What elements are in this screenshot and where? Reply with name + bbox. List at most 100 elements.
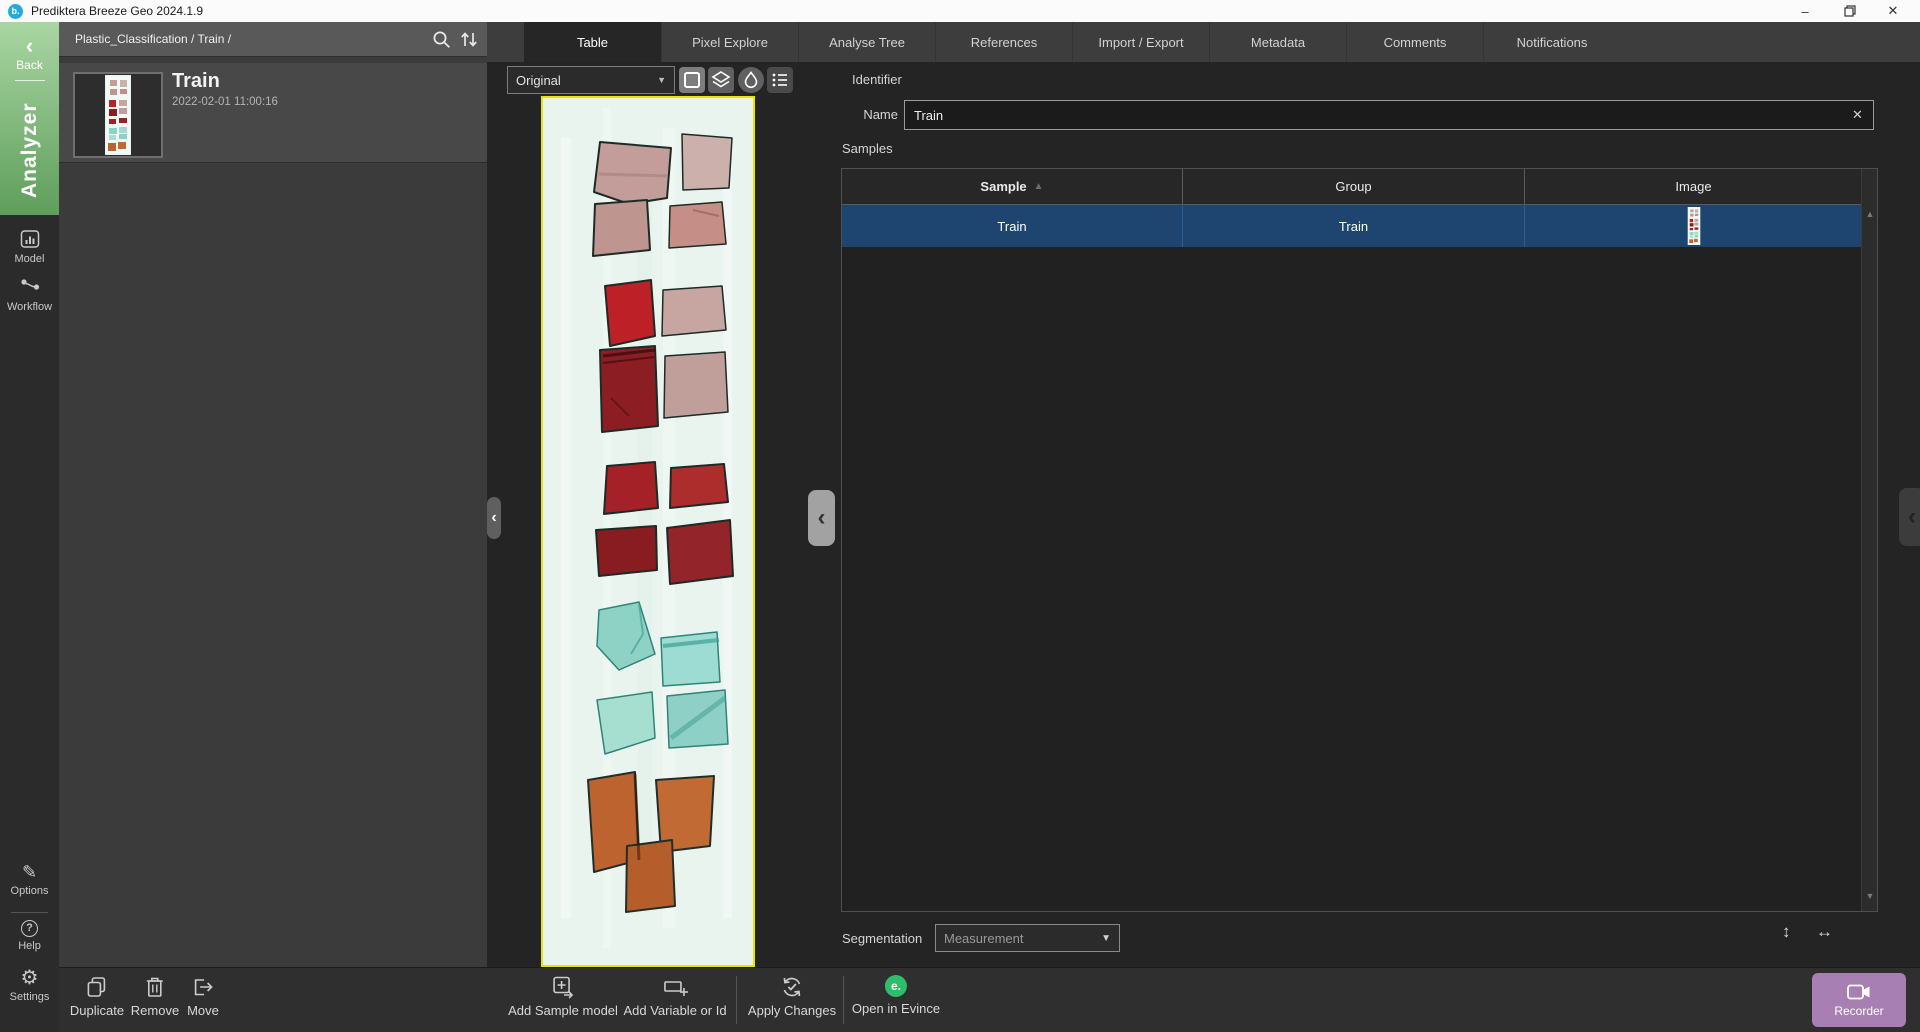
tab-notifications[interactable]: Notifications bbox=[1483, 22, 1620, 62]
sample-image[interactable] bbox=[541, 96, 755, 967]
sort-icon[interactable] bbox=[458, 29, 480, 50]
sidebar: ‹ Back Analyzer Model Workflow ✎ bbox=[0, 22, 59, 1032]
scroll-down-icon[interactable]: ▼ bbox=[1862, 891, 1878, 901]
search-icon[interactable] bbox=[431, 29, 452, 50]
column-header-image[interactable]: Image bbox=[1525, 169, 1862, 205]
tab-pixel-explore[interactable]: Pixel Explore bbox=[661, 22, 798, 62]
sidebar-item-settings[interactable]: ⚙ Settings bbox=[0, 968, 59, 1003]
chevron-down-icon: ▼ bbox=[1101, 933, 1111, 944]
help-icon: ? bbox=[21, 920, 38, 937]
sidebar-item-label: Workflow bbox=[7, 301, 52, 313]
sidebar-item-help[interactable]: ? Help bbox=[0, 920, 59, 952]
list-item-train[interactable]: Train 2022-02-01 11:00:16 bbox=[59, 63, 487, 163]
window-titlebar: b. Prediktera Breeze Geo 2024.1.9 bbox=[0, 0, 1920, 22]
tab-bar: Table Pixel Explore Analyse Tree Referen… bbox=[487, 22, 1920, 62]
evince-icon: e. bbox=[885, 975, 907, 997]
duplicate-icon bbox=[85, 975, 109, 999]
chevron-down-icon: ▼ bbox=[657, 75, 666, 85]
toolbar-button-label: Open in Evince bbox=[852, 1001, 940, 1016]
column-header-group[interactable]: Group bbox=[1183, 169, 1525, 205]
toolbar-button-label: Apply Changes bbox=[748, 1003, 836, 1018]
scroll-up-icon[interactable]: ▲ bbox=[1862, 209, 1878, 219]
segmentation-select[interactable]: Measurement ▼ bbox=[935, 924, 1120, 952]
add-sample-model-icon bbox=[550, 975, 576, 999]
video-camera-icon bbox=[1846, 983, 1872, 1001]
sidebar-item-model[interactable]: Model bbox=[0, 228, 59, 265]
move-button[interactable]: Move bbox=[187, 975, 219, 1018]
apply-changes-icon bbox=[779, 975, 805, 999]
explorer-panel: Plastic_Classification / Train / Train 2… bbox=[59, 22, 487, 967]
toolbar-divider bbox=[736, 976, 737, 1024]
restore-button[interactable] bbox=[1832, 0, 1868, 22]
back-chevron-icon: ‹ bbox=[26, 36, 33, 56]
single-view-button[interactable] bbox=[679, 67, 705, 93]
close-button[interactable]: ✕ bbox=[1875, 0, 1911, 22]
minimize-button[interactable]: – bbox=[1787, 0, 1823, 22]
open-in-evince-button[interactable]: e. Open in Evince bbox=[852, 975, 940, 1016]
item-timestamp: 2022-02-01 11:00:16 bbox=[172, 96, 278, 108]
samples-section-label: Samples bbox=[842, 141, 893, 156]
clear-name-icon[interactable]: ✕ bbox=[1852, 107, 1863, 123]
segmentation-label: Segmentation bbox=[842, 931, 922, 946]
name-input[interactable] bbox=[904, 100, 1874, 130]
segmentation-value: Measurement bbox=[944, 931, 1023, 946]
recorder-label: Recorder bbox=[1834, 1004, 1883, 1018]
item-thumbnail bbox=[73, 72, 163, 158]
layer-select[interactable]: Original ▼ bbox=[507, 66, 675, 94]
chevron-left-icon: ‹ bbox=[1908, 503, 1916, 531]
image-viewer-panel: Original ▼ bbox=[487, 62, 834, 967]
tab-comments[interactable]: Comments bbox=[1346, 22, 1483, 62]
duplicate-button[interactable]: Duplicate bbox=[70, 975, 124, 1018]
layer-select-value: Original bbox=[516, 73, 561, 88]
sidebar-item-options[interactable]: ✎ Options bbox=[0, 862, 59, 897]
contrast-button[interactable] bbox=[738, 67, 764, 93]
toolbar-button-label: Move bbox=[187, 1003, 219, 1018]
breadcrumb[interactable]: Plastic_Classification / Train / bbox=[75, 32, 231, 46]
tab-table[interactable]: Table bbox=[524, 22, 661, 62]
table-row-image-cell[interactable] bbox=[1525, 205, 1862, 247]
apply-changes-button[interactable]: Apply Changes bbox=[748, 975, 836, 1018]
collapse-left-panel-handle[interactable]: ‹ bbox=[487, 497, 501, 539]
tab-references[interactable]: References bbox=[935, 22, 1072, 62]
table-scrollbar[interactable]: ▲ ▼ bbox=[1861, 169, 1877, 911]
trash-icon bbox=[143, 975, 167, 999]
sidebar-item-label: Help bbox=[18, 940, 41, 952]
toolbar-button-label: Duplicate bbox=[70, 1003, 124, 1018]
fit-vertical-icon[interactable]: ↕ bbox=[1782, 922, 1791, 942]
move-icon bbox=[191, 975, 215, 999]
table-row-group-cell[interactable]: Train bbox=[1183, 205, 1525, 247]
identifier-section-label: Identifier bbox=[852, 72, 902, 87]
tab-analyse-tree[interactable]: Analyse Tree bbox=[798, 22, 935, 62]
fit-horizontal-icon[interactable]: ↔ bbox=[1816, 922, 1833, 942]
window-title: Prediktera Breeze Geo 2024.1.9 bbox=[31, 4, 203, 18]
tabbar-spacer bbox=[487, 22, 524, 62]
gear-icon: ⚙ bbox=[21, 968, 39, 988]
remove-button[interactable]: Remove bbox=[131, 975, 179, 1018]
layers-icon bbox=[710, 69, 732, 91]
sidebar-back-section[interactable]: ‹ Back Analyzer bbox=[0, 22, 59, 215]
add-sample-model-button[interactable]: Add Sample model bbox=[508, 975, 618, 1018]
back-label: Back bbox=[16, 58, 43, 72]
list-view-button[interactable] bbox=[767, 67, 793, 93]
collapse-right-panel-handle[interactable]: ‹ bbox=[1899, 488, 1920, 546]
item-title: Train bbox=[172, 70, 220, 93]
tab-import-export[interactable]: Import / Export bbox=[1072, 22, 1209, 62]
workflow-icon bbox=[18, 276, 42, 298]
app-logo-icon: b. bbox=[8, 4, 23, 19]
list-icon bbox=[769, 69, 791, 91]
layers-button[interactable] bbox=[708, 67, 734, 93]
chevron-left-icon: ‹ bbox=[818, 504, 826, 532]
sample-strip-thumbnail bbox=[105, 75, 131, 155]
square-icon bbox=[681, 69, 703, 91]
model-icon bbox=[19, 228, 41, 250]
table-row-sample-cell[interactable]: Train bbox=[842, 205, 1183, 247]
sidebar-item-workflow[interactable]: Workflow bbox=[0, 276, 59, 313]
sort-ascending-icon: ▲ bbox=[1034, 181, 1044, 192]
toolbar-button-label: Add Sample model bbox=[508, 1003, 618, 1018]
recorder-button[interactable]: Recorder bbox=[1812, 973, 1906, 1027]
collapse-viewer-handle[interactable]: ‹ bbox=[808, 490, 835, 546]
add-variable-button[interactable]: Add Variable or Id bbox=[623, 975, 726, 1018]
tab-metadata[interactable]: Metadata bbox=[1209, 22, 1346, 62]
breadcrumb-bar: Plastic_Classification / Train / bbox=[59, 22, 487, 57]
column-header-sample[interactable]: Sample ▲ bbox=[842, 169, 1183, 205]
